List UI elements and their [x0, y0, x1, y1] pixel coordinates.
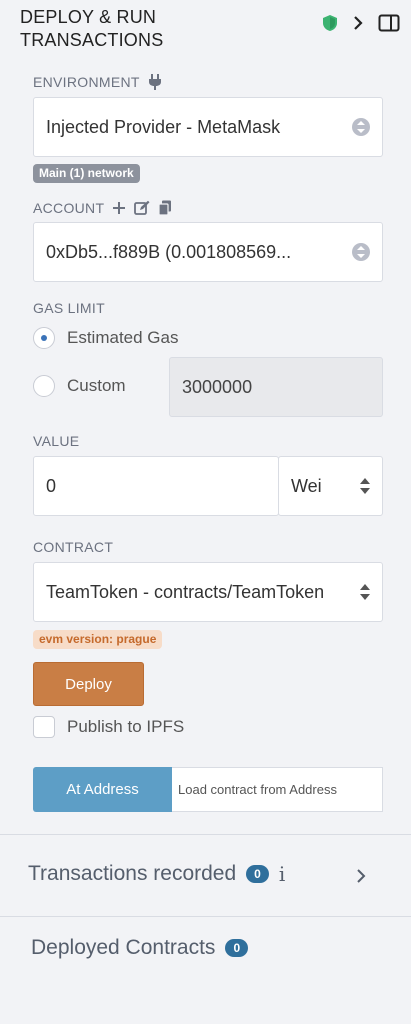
account-label: ACCOUNT	[33, 200, 172, 216]
chevron-right-icon[interactable]	[352, 15, 364, 31]
panel-header: DEPLOY & RUN TRANSACTIONS	[20, 6, 400, 56]
panel-toggle-icon[interactable]	[378, 14, 400, 32]
deployed-count-badge: 0	[225, 939, 249, 957]
info-icon[interactable]: i	[279, 862, 285, 886]
divider	[0, 916, 411, 917]
select-arrows-icon	[360, 477, 370, 495]
select-arrows-icon	[360, 583, 370, 601]
publish-ipfs-checkbox[interactable]	[33, 716, 55, 738]
evm-version-badge: evm version: prague	[33, 630, 163, 649]
transactions-count-badge: 0	[246, 865, 269, 883]
at-address-button[interactable]: At Address	[33, 767, 172, 812]
deploy-button[interactable]: Deploy	[33, 662, 144, 706]
contract-label: CONTRACT	[33, 539, 114, 555]
copy-icon[interactable]	[158, 200, 172, 216]
transactions-recorded-header[interactable]: Transactions recorded 0 i	[28, 862, 285, 886]
network-badge: Main (1) network	[33, 164, 140, 183]
estimated-gas-radio[interactable]	[33, 327, 55, 349]
divider	[0, 834, 411, 835]
environment-label: ENVIRONMENT	[33, 74, 162, 90]
account-select[interactable]: 0xDb5...f889B (0.001808569...	[33, 222, 383, 282]
custom-gas-radio[interactable]	[33, 375, 55, 397]
value-input[interactable]: 0	[33, 456, 279, 516]
value-unit-select[interactable]: Wei	[278, 456, 383, 516]
deployed-contracts-header[interactable]: Deployed Contracts 0	[31, 936, 249, 960]
gas-limit-label: GAS LIMIT	[33, 300, 105, 316]
chevron-right-icon[interactable]	[355, 867, 367, 885]
custom-gas-input[interactable]: 3000000	[169, 357, 383, 417]
load-address-input[interactable]: Load contract from Address	[172, 767, 383, 812]
custom-gas-option[interactable]: Custom	[33, 375, 126, 397]
plus-icon[interactable]	[112, 201, 126, 215]
environment-select[interactable]: Injected Provider - MetaMask	[33, 97, 383, 157]
publish-ipfs-option[interactable]: Publish to IPFS	[33, 716, 184, 738]
estimated-gas-option[interactable]: Estimated Gas	[33, 327, 179, 349]
shield-icon	[322, 14, 338, 32]
contract-select[interactable]: TeamToken - contracts/TeamToken	[33, 562, 383, 622]
panel-title: DEPLOY & RUN TRANSACTIONS	[20, 7, 164, 50]
plug-icon	[148, 74, 162, 90]
select-arrows-icon	[352, 118, 370, 136]
value-label: VALUE	[33, 433, 80, 449]
select-arrows-icon	[352, 243, 370, 261]
edit-icon[interactable]	[134, 200, 150, 216]
